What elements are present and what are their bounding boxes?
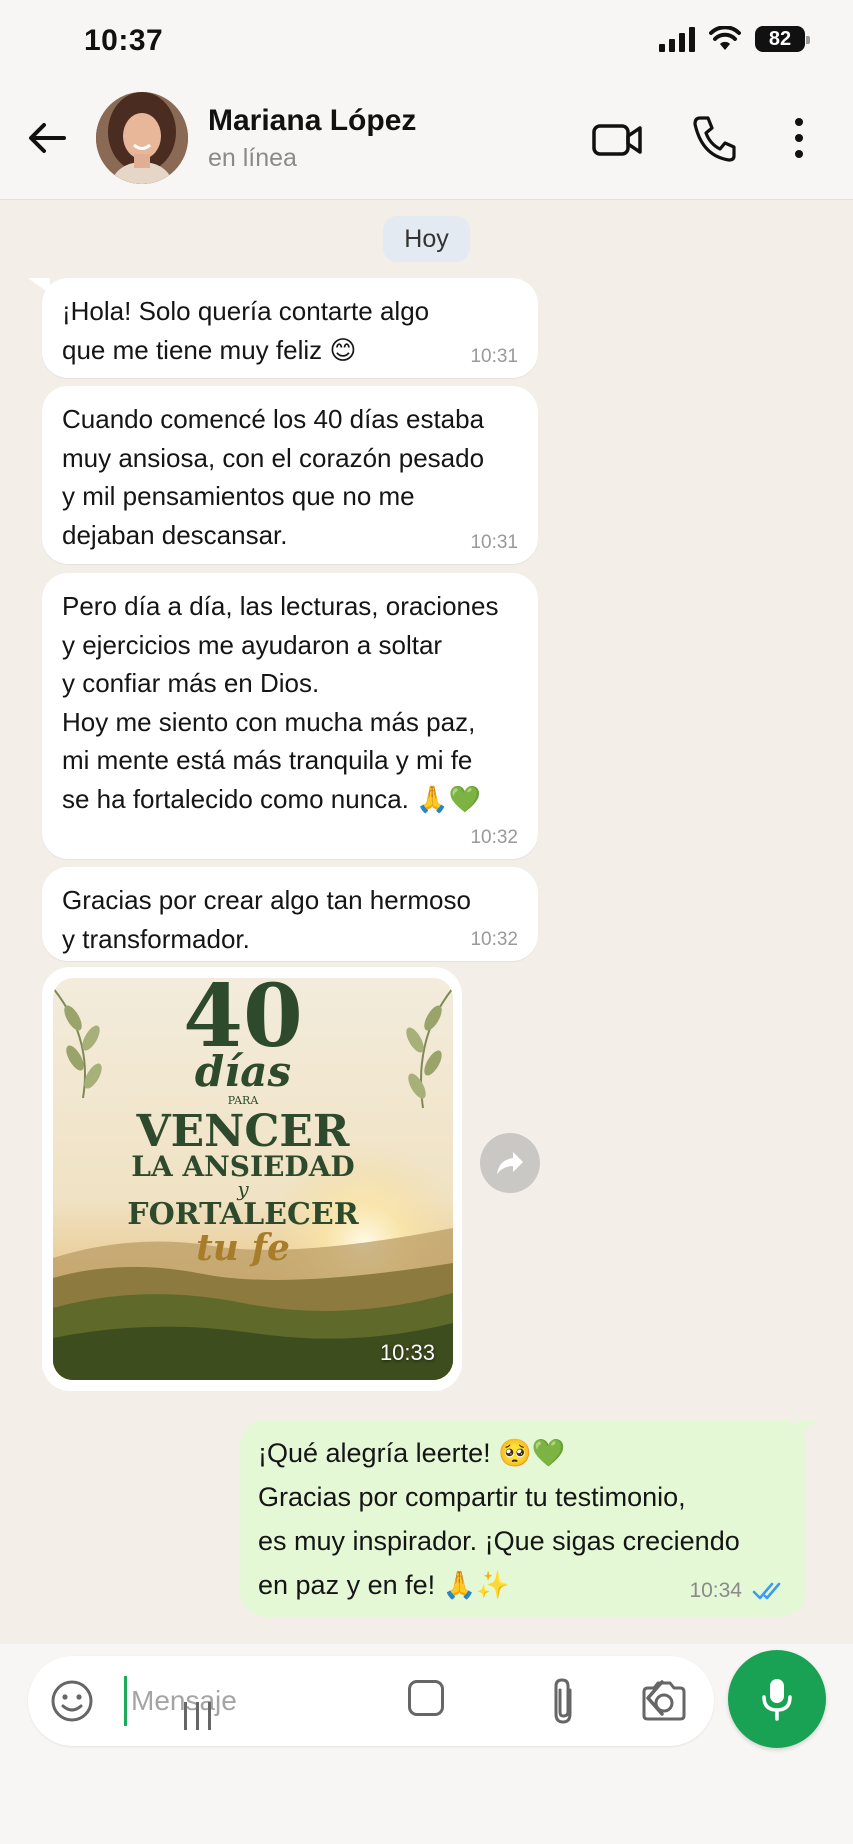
paperclip-icon	[554, 1678, 572, 1724]
outgoing-message-time: 10:34	[689, 1579, 742, 1602]
message-time: 10:31	[470, 346, 518, 367]
contact-name[interactable]: Mariana López	[208, 104, 416, 138]
signal-icon	[659, 26, 695, 52]
message-text: Gracias por crear algo tan hermoso y tra…	[62, 885, 471, 954]
forward-arrow-icon	[497, 1152, 523, 1174]
microphone-icon	[762, 1679, 792, 1721]
message-bubble[interactable]: Gracias por crear algo tan hermoso y tra…	[42, 867, 538, 961]
message-bubble[interactable]: Pero día a día, las lecturas, oraciones …	[42, 573, 538, 859]
more-options-button[interactable]	[786, 112, 812, 164]
phone-screen: 10:37 82 Mariana López en línea Hoy ¡Hol…	[0, 0, 853, 1844]
image-message[interactable]: 40 días PARA VENCER LA ANSIEDAD y FORTAL…	[42, 967, 462, 1391]
message-bubble[interactable]: Cuando comencé los 40 días estaba muy an…	[42, 386, 538, 564]
recent-apps-icon	[184, 1702, 211, 1730]
attach-button[interactable]	[546, 1676, 582, 1728]
avatar-image	[96, 92, 188, 184]
message-time: 10:32	[470, 929, 518, 950]
status-icons: 82	[659, 26, 810, 52]
avatar[interactable]	[96, 92, 188, 184]
video-call-icon	[592, 124, 642, 156]
cover-line-4: tu fe	[196, 1227, 290, 1269]
message-time: 10:31	[470, 532, 518, 553]
phone-icon	[693, 116, 736, 162]
recent-apps-button[interactable]	[180, 1700, 216, 1732]
outgoing-message-text: ¡Qué alegría leerte! 🥺💚 Gracias por comp…	[258, 1438, 740, 1600]
outgoing-message-meta: 10:34	[689, 1579, 786, 1603]
input-bar	[0, 1644, 853, 1844]
status-bar: 10:37 82	[0, 0, 853, 82]
back-button[interactable]	[22, 112, 74, 164]
chevron-left-icon	[646, 1680, 664, 1716]
message-text: Pero día a día, las lecturas, oraciones …	[62, 591, 499, 814]
cover-title-word: días	[195, 1047, 291, 1096]
battery-level: 82	[768, 27, 792, 50]
contact-status: en línea	[208, 144, 297, 172]
emoji-button[interactable]	[50, 1679, 94, 1723]
message-text: Cuando comencé los 40 días estaba muy an…	[62, 404, 485, 550]
date-chip: Hoy	[383, 216, 470, 262]
back-arrow-icon	[29, 123, 66, 153]
message-bubble[interactable]: ¡Hola! Solo quería contarte algo que me …	[28, 278, 538, 378]
message-composer[interactable]	[28, 1656, 714, 1746]
status-time: 10:37	[84, 24, 164, 57]
battery-icon: 82	[755, 26, 810, 52]
home-button[interactable]	[408, 1680, 444, 1716]
emoji-icon	[51, 1680, 93, 1722]
outgoing-message-bubble[interactable]: ¡Qué alegría leerte! 🥺💚 Gracias por comp…	[240, 1419, 820, 1617]
wifi-icon	[709, 26, 741, 50]
chat-area[interactable]: Hoy ¡Hola! Solo quería contarte algo que…	[0, 200, 853, 1644]
book-cover-image[interactable]: 40 días PARA VENCER LA ANSIEDAD y FORTAL…	[53, 978, 453, 1380]
message-text: ¡Hola! Solo quería contarte algo que me …	[62, 296, 430, 365]
video-call-button[interactable]	[590, 116, 646, 164]
book-cover-art: 40 días PARA VENCER LA ANSIEDAD y FORTAL…	[53, 978, 453, 1380]
image-time: 10:33	[379, 1340, 435, 1365]
voice-message-button[interactable]	[728, 1650, 826, 1748]
forward-button[interactable]	[480, 1133, 540, 1193]
read-ticks-icon	[752, 1582, 781, 1600]
system-back-button[interactable]	[640, 1678, 670, 1718]
message-time: 10:32	[470, 827, 518, 848]
voice-call-button[interactable]	[690, 112, 738, 164]
more-vertical-icon	[795, 118, 803, 158]
chat-header: Mariana López en línea	[0, 82, 853, 200]
